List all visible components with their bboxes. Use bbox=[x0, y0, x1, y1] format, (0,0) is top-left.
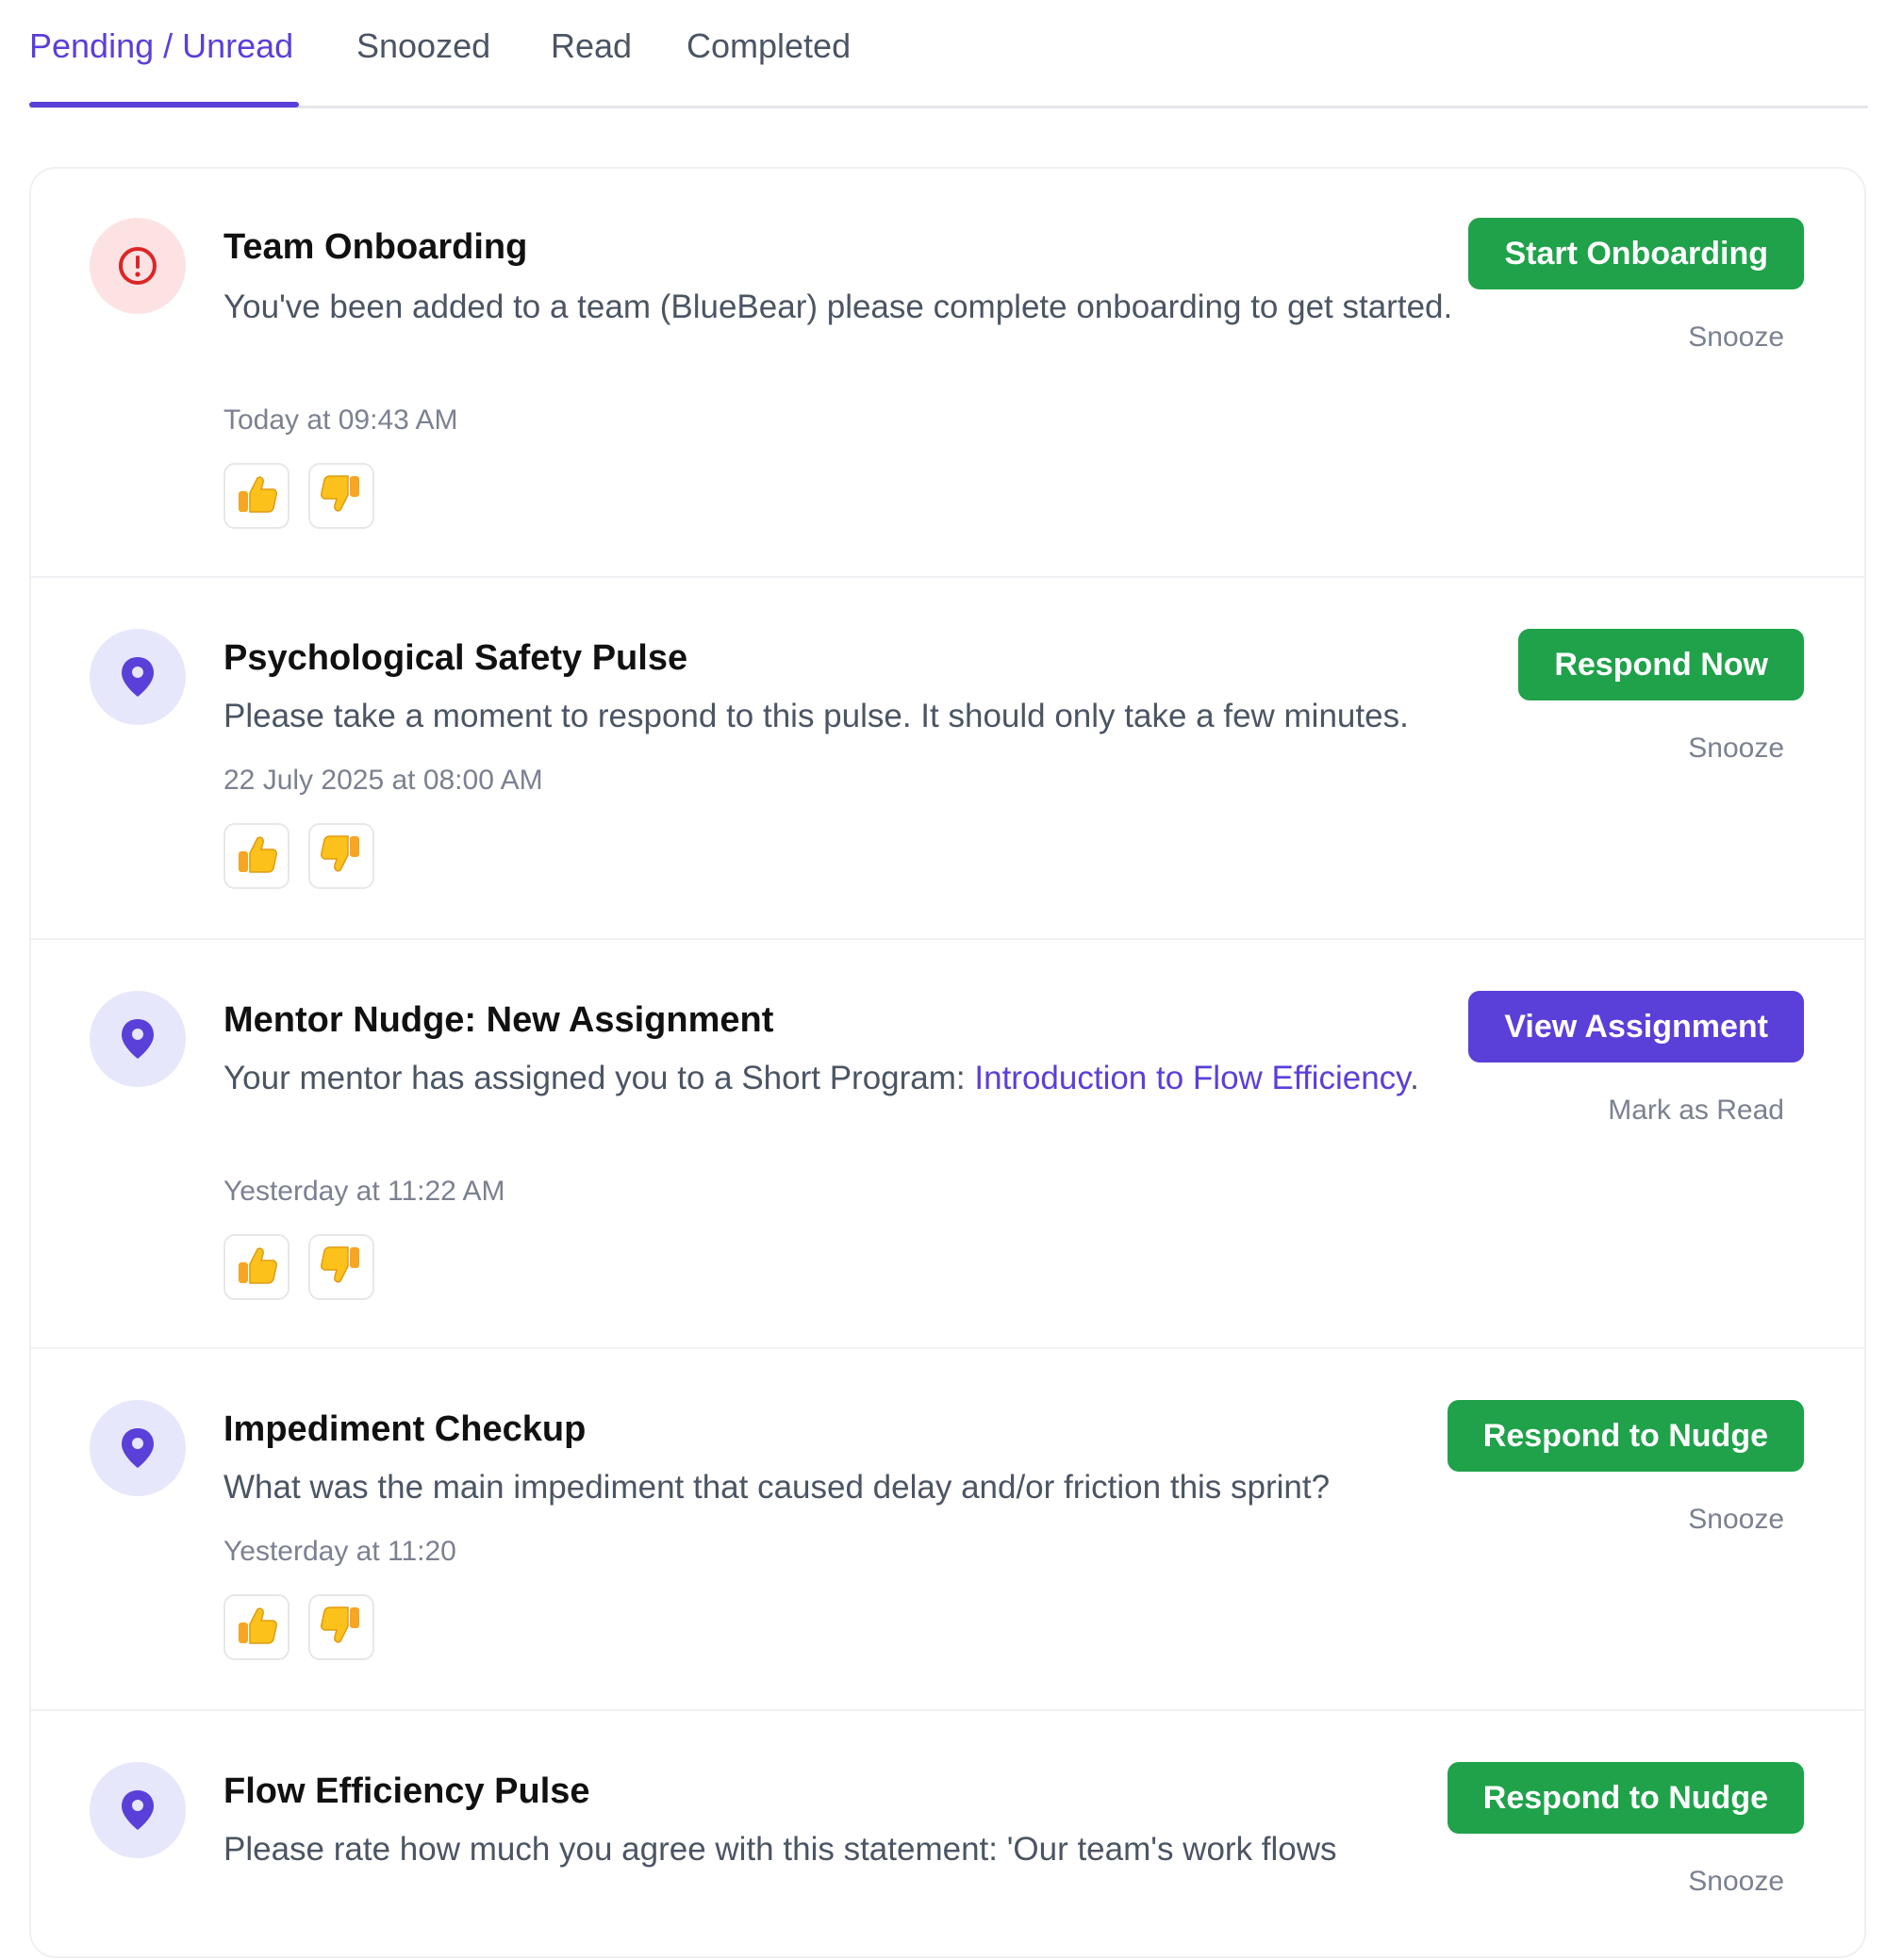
notification-timestamp: 22 July 2025 at 08:00 AM bbox=[223, 765, 543, 796]
notifications-page: Pending / Unread Snoozed Read Completed … bbox=[0, 0, 1886, 1958]
location-pin-icon bbox=[90, 629, 186, 725]
tab-snoozed[interactable]: Snoozed bbox=[356, 26, 490, 66]
tab-completed[interactable]: Completed bbox=[687, 26, 851, 66]
description-text: Your mentor has assigned you to a Short … bbox=[223, 1060, 975, 1096]
respond-to-nudge-button[interactable]: Respond to Nudge bbox=[1447, 1762, 1804, 1834]
notification-timestamp: Yesterday at 11:22 AM bbox=[223, 1176, 505, 1207]
location-pin-icon bbox=[90, 991, 186, 1087]
alert-icon bbox=[90, 218, 186, 314]
description-suffix: . bbox=[1410, 1060, 1419, 1096]
thumbs-down-button[interactable] bbox=[308, 823, 374, 889]
thumbs-up-icon bbox=[235, 472, 278, 520]
thumbs-down-button[interactable] bbox=[308, 1594, 374, 1660]
program-link[interactable]: Introduction to Flow Efficiency bbox=[974, 1060, 1410, 1096]
reaction-buttons bbox=[223, 463, 374, 529]
thumbs-up-button[interactable] bbox=[223, 1594, 290, 1660]
location-pin-icon bbox=[90, 1762, 186, 1858]
view-assignment-button[interactable]: View Assignment bbox=[1468, 991, 1804, 1062]
thumbs-down-button[interactable] bbox=[308, 463, 374, 529]
thumbs-up-button[interactable] bbox=[223, 823, 290, 889]
snooze-button[interactable]: Snooze bbox=[1688, 1504, 1784, 1536]
reaction-buttons bbox=[223, 1234, 374, 1300]
thumbs-up-icon bbox=[235, 832, 278, 881]
notification-description: Please rate how much you agree with this… bbox=[223, 1831, 1337, 1868]
thumbs-up-button[interactable] bbox=[223, 463, 290, 529]
location-pin-icon bbox=[90, 1400, 186, 1496]
notification-title: Team Onboarding bbox=[223, 227, 528, 267]
notification-title: Psychological Safety Pulse bbox=[223, 638, 688, 678]
thumbs-up-button[interactable] bbox=[223, 1234, 290, 1300]
thumbs-up-icon bbox=[235, 1604, 278, 1652]
snooze-button[interactable]: Snooze bbox=[1688, 1866, 1784, 1898]
active-tab-indicator bbox=[29, 102, 299, 107]
reaction-buttons bbox=[223, 823, 374, 889]
notification-description: Your mentor has assigned you to a Short … bbox=[223, 1053, 1487, 1103]
respond-to-nudge-button[interactable]: Respond to Nudge bbox=[1447, 1400, 1804, 1472]
thumbs-up-icon bbox=[235, 1244, 278, 1292]
tab-read[interactable]: Read bbox=[551, 26, 632, 66]
notification-title: Impediment Checkup bbox=[223, 1409, 587, 1449]
thumbs-down-icon bbox=[320, 832, 363, 881]
notification-title: Flow Efficiency Pulse bbox=[223, 1771, 590, 1811]
mark-as-read-button[interactable]: Mark as Read bbox=[1608, 1095, 1784, 1127]
notification-list: Team Onboarding You've been added to a t… bbox=[29, 167, 1866, 1958]
tab-pending-unread[interactable]: Pending / Unread bbox=[29, 26, 293, 66]
notification-item: Mentor Nudge: New Assignment Your mentor… bbox=[31, 940, 1864, 1349]
notification-item: Psychological Safety Pulse Please take a… bbox=[31, 578, 1864, 940]
reaction-buttons bbox=[223, 1594, 374, 1660]
notification-description: Please take a moment to respond to this … bbox=[223, 698, 1409, 734]
thumbs-down-icon bbox=[320, 472, 363, 520]
tab-bar: Pending / Unread Snoozed Read Completed bbox=[29, 0, 1868, 108]
thumbs-down-icon bbox=[320, 1604, 363, 1652]
notification-description: What was the main impediment that caused… bbox=[223, 1469, 1331, 1506]
notification-title: Mentor Nudge: New Assignment bbox=[223, 1000, 774, 1040]
notification-item: Flow Efficiency Pulse Please rate how mu… bbox=[31, 1711, 1864, 1960]
thumbs-down-icon bbox=[320, 1244, 363, 1292]
snooze-button[interactable]: Snooze bbox=[1688, 321, 1784, 354]
notification-item: Impediment Checkup What was the main imp… bbox=[31, 1349, 1864, 1711]
notification-timestamp: Today at 09:43 AM bbox=[223, 404, 458, 436]
thumbs-down-button[interactable] bbox=[308, 1234, 374, 1300]
start-onboarding-button[interactable]: Start Onboarding bbox=[1468, 218, 1804, 289]
snooze-button[interactable]: Snooze bbox=[1688, 733, 1784, 765]
notification-description: You've been added to a team (BlueBear) p… bbox=[223, 288, 1453, 325]
respond-now-button[interactable]: Respond Now bbox=[1518, 629, 1804, 700]
notification-timestamp: Yesterday at 11:20 bbox=[223, 1536, 456, 1567]
notification-item: Team Onboarding You've been added to a t… bbox=[31, 169, 1864, 578]
